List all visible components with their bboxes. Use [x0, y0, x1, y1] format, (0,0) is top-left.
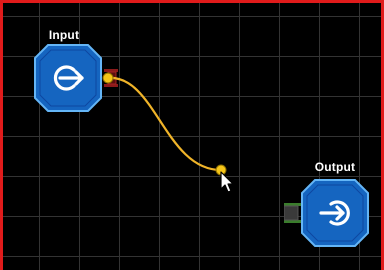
output-node-input-port[interactable] [283, 203, 302, 223]
output-node[interactable] [301, 179, 369, 247]
output-node-label: Output [314, 160, 356, 174]
input-node-output-port[interactable] [104, 69, 118, 87]
arrow-cursor-icon [220, 171, 236, 195]
input-node-label: Input [48, 28, 80, 42]
input-node[interactable] [34, 44, 102, 112]
connection-wire [107, 76, 222, 172]
node-editor-canvas[interactable]: Input Output [0, 0, 384, 270]
